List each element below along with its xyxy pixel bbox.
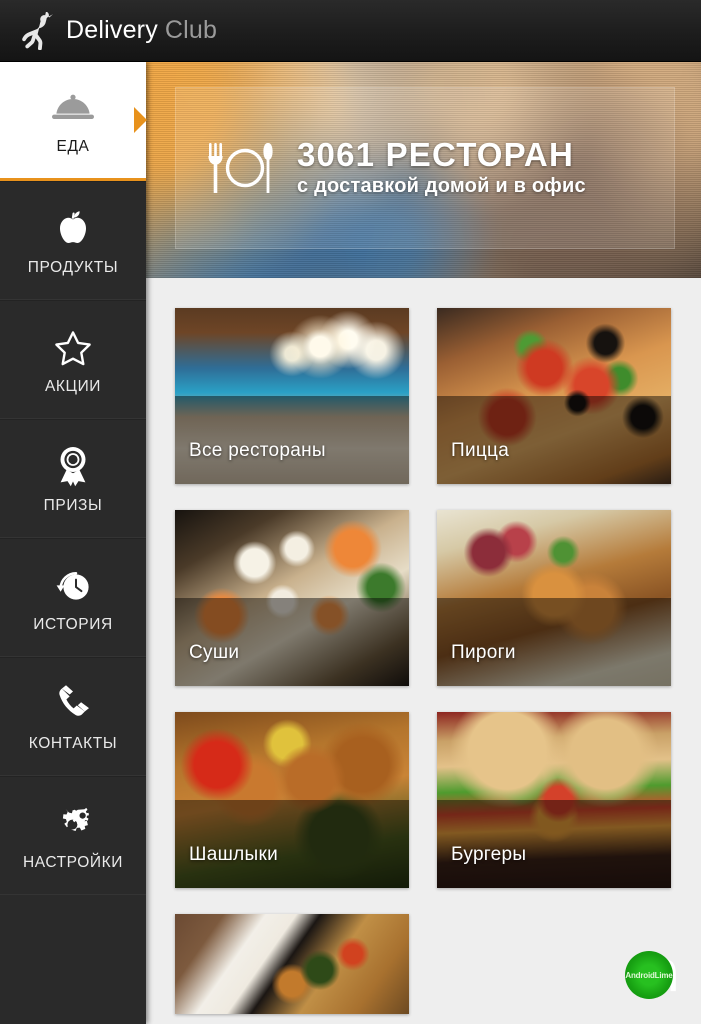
ostrich-logo-icon (14, 11, 56, 51)
fork-plate-knife-icon (193, 125, 289, 211)
sidebar-item-label: НАСТРОЙКИ (22, 853, 124, 871)
banner-title: 3061 РЕСТОРАН (297, 135, 574, 173)
sidebar-item-prizy[interactable]: ПРИЗЫ (0, 419, 146, 538)
sidebar-item-nastroyki[interactable]: НАСТРОЙКИ (0, 776, 146, 895)
tile-label: Пицца (451, 440, 510, 461)
clock-history-icon (51, 562, 95, 606)
category-tile-kebab[interactable]: Шашлыки (175, 712, 409, 888)
brand-primary: Delivery (66, 16, 158, 44)
sidebar-item-label: ИСТОРИЯ (33, 615, 113, 633)
tile-label: Пироги (451, 642, 516, 663)
sidebar-item-kontakty[interactable]: КОНТАКТЫ (0, 657, 146, 776)
watermark-badge: AndroidLime (625, 951, 673, 999)
tile-label: Суши (189, 642, 240, 663)
category-tile-pizza[interactable]: Пицца (437, 308, 671, 484)
app-header: Delivery Club (0, 0, 701, 62)
brand-secondary: Club (164, 16, 218, 44)
noodles-photo (175, 914, 409, 1014)
sidebar-nav: ЕДА ПРОДУКТЫ АКЦИИ ПРИЗЫ ИСТОРИЯ КОНТАКТ… (0, 62, 147, 1024)
brand-title: Delivery Club (66, 16, 217, 45)
category-grid: Все рестораны Пицца Суши Пироги Шашлыки … (146, 278, 701, 1014)
sidebar-item-eda[interactable]: ЕДА (0, 62, 147, 181)
award-ribbon-icon (53, 443, 93, 487)
star-icon (52, 324, 94, 368)
tile-label: Все рестораны (189, 440, 326, 461)
banner-content: 3061 РЕСТОРАН с доставкой домой и в офис (175, 87, 675, 249)
category-tile-all-restaurants[interactable]: Все рестораны (175, 308, 409, 484)
watermark-label: AndroidLime (625, 970, 673, 980)
sidebar-item-akcii[interactable]: АКЦИИ (0, 300, 146, 419)
sidebar-item-label: АКЦИИ (44, 377, 102, 395)
sidebar-item-label: ПРИЗЫ (43, 496, 103, 514)
sidebar-item-produkty[interactable]: ПРОДУКТЫ (0, 181, 146, 300)
sidebar-item-istoriya[interactable]: ИСТОРИЯ (0, 538, 146, 657)
tile-label: Бургеры (451, 844, 527, 865)
androidlime-watermark: a AndroidLime (625, 942, 681, 1002)
sidebar-item-label: ЕДА (56, 138, 90, 155)
cloche-icon (50, 84, 96, 128)
app-root: Delivery Club ЕДА ПРОДУКТЫ АКЦИИ ПРИЗЫ И… (0, 0, 701, 1024)
category-tile-burgers[interactable]: Бургеры (437, 712, 671, 888)
category-tile-sushi[interactable]: Суши (175, 510, 409, 686)
category-tile-pies[interactable]: Пироги (437, 510, 671, 686)
sidebar-item-label: ПРОДУКТЫ (27, 258, 119, 276)
tile-label: Шашлыки (189, 844, 278, 865)
sidebar-item-label: КОНТАКТЫ (28, 734, 118, 752)
banner-subtitle: с доставкой домой и в офис (297, 175, 586, 198)
promo-banner[interactable]: 3061 РЕСТОРАН с доставкой домой и в офис (146, 62, 701, 278)
gears-icon (51, 800, 95, 844)
apple-icon (53, 205, 93, 249)
phone-icon (53, 681, 93, 725)
banner-text: 3061 РЕСТОРАН с доставкой домой и в офис (297, 135, 586, 199)
main-content: 3061 РЕСТОРАН с доставкой домой и в офис… (146, 62, 701, 1024)
category-tile-noodles[interactable] (175, 914, 409, 1014)
active-indicator-arrow (134, 107, 147, 133)
